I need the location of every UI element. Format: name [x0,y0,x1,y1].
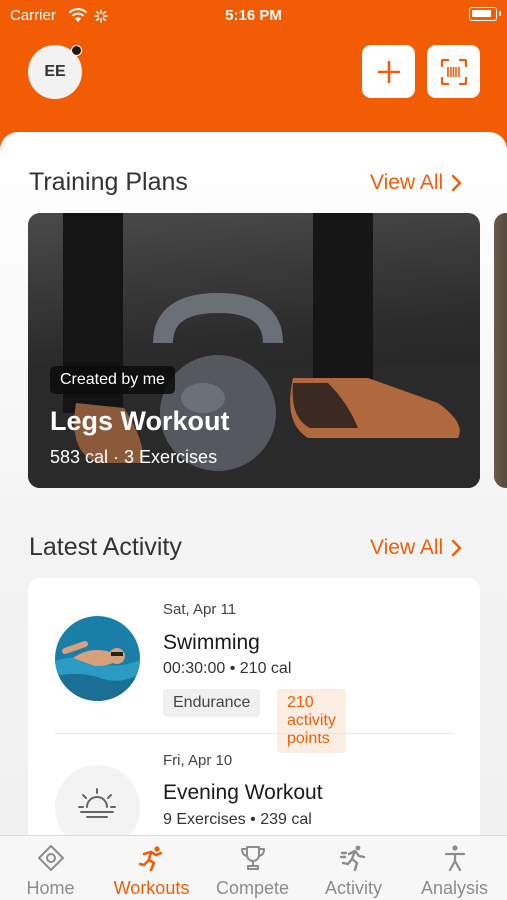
tab-label: Analysis [420,878,489,898]
app-header: Carrier 5:16 PM EE [0,0,507,150]
activity-list-card: Sat, Apr 11 Swimming 00:30:00 • 210 cal … [28,578,480,835]
tab-label: Compete [215,878,290,898]
endurance-chip: Endurance [163,689,261,717]
tab-home[interactable]: Home [0,836,101,900]
running-icon [339,845,365,872]
training-plans-view-all[interactable]: View All [370,171,462,195]
plus-icon [377,60,400,83]
scan-button[interactable] [427,45,480,98]
activity-date: Fri, Apr 10 [163,752,233,769]
activity-title: Swimming [163,631,260,654]
activity-meta: 00:30:00 • 210 cal [163,660,292,677]
swimming-photo [55,616,140,701]
training-plan-card[interactable]: Created by me Legs Workout 583 cal · 3 E… [28,213,480,488]
view-all-label: View All [370,171,444,194]
chevron-right-icon [451,539,462,557]
profile-avatar[interactable]: EE [28,45,82,99]
workouts-icon [138,846,162,872]
content-sheet: Training Plans View All Created by me Le… [0,132,507,835]
battery-icon [469,7,501,21]
tab-workouts[interactable]: Workouts [101,836,202,900]
activity-date: Sat, Apr 11 [163,601,237,618]
tab-compete[interactable]: Compete [202,836,303,900]
latest-activity-title: Latest Activity [29,533,182,561]
trophy-icon [240,846,265,870]
activity-points-chip: 210 activity points [277,689,346,753]
tab-label: Home [26,878,75,898]
tab-label: Activity [324,878,382,898]
notification-dot [71,45,82,56]
training-plans-title: Training Plans [29,168,188,196]
bottom-tab-bar: Home Workouts Compete Activity Analysis [0,835,507,900]
view-all-label: View All [370,536,444,559]
barcode-scan-icon [440,58,467,85]
next-plan-card[interactable] [494,213,507,488]
person-icon [444,845,465,872]
plan-title: Legs Workout [50,406,230,436]
plan-tag: Created by me [50,366,175,394]
tab-label: Workouts [113,878,190,898]
plan-meta: 583 cal · 3 Exercises [50,447,218,467]
status-time: 5:16 PM [225,7,282,24]
activity-thumb [55,765,140,835]
avatar-initials: EE [44,63,66,80]
list-divider [55,733,453,734]
status-bar: Carrier 5:16 PM [0,0,507,30]
activity-meta: 9 Exercises • 239 cal [163,811,312,828]
tab-analysis[interactable]: Analysis [404,836,505,900]
home-icon [37,845,64,871]
latest-activity-view-all[interactable]: View All [370,536,462,560]
activity-title: Evening Workout [163,781,323,804]
tab-activity[interactable]: Activity [303,836,404,900]
sunset-icon [78,788,116,818]
chevron-right-icon [451,174,462,192]
add-button[interactable] [362,45,415,98]
